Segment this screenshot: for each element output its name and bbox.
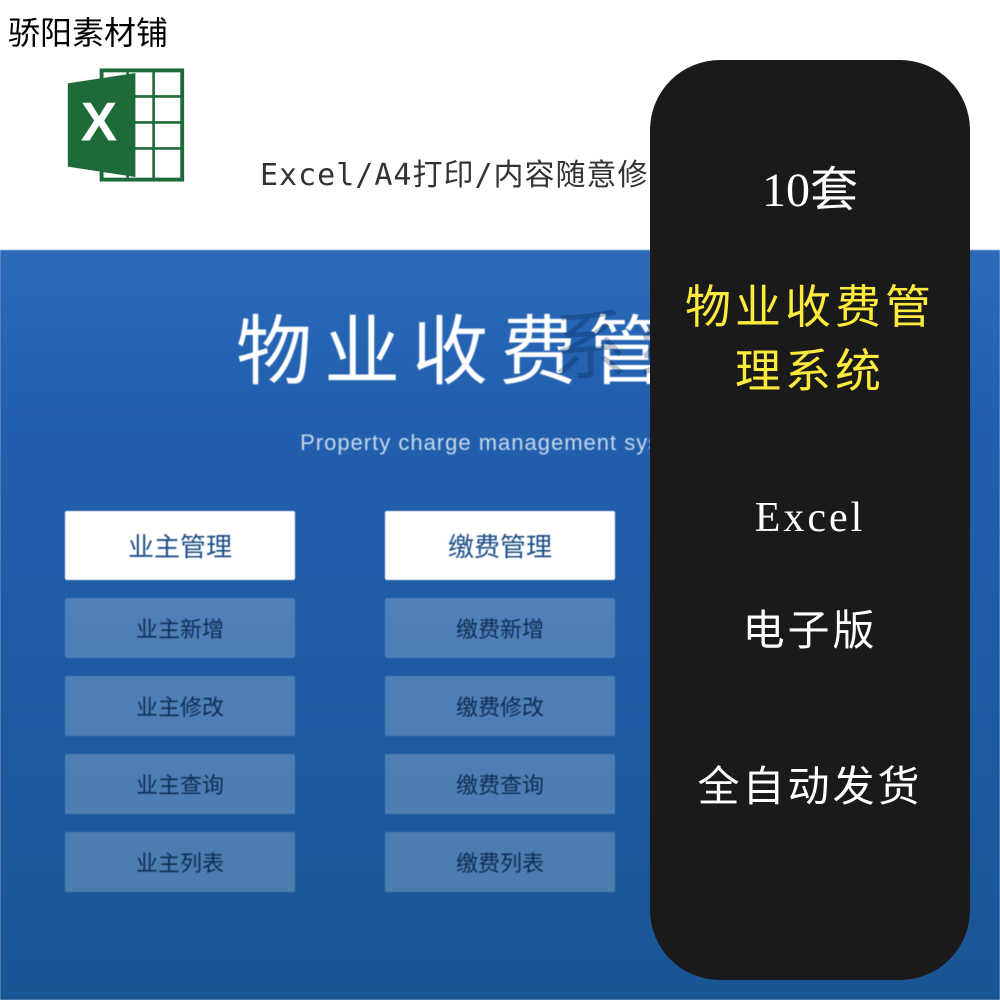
product-title-line1: 物业收费管 bbox=[685, 275, 935, 339]
owner-query-button[interactable]: 业主查询 bbox=[65, 754, 295, 814]
watermark-text: 骄阳素材铺 bbox=[8, 8, 168, 54]
product-title-line2: 理系统 bbox=[735, 339, 885, 403]
svg-text:X: X bbox=[81, 92, 117, 153]
product-version: 电子版 bbox=[742, 597, 877, 658]
column-payment-management: 缴费管理 缴费新增 缴费修改 缴费查询 缴费列表 bbox=[385, 511, 615, 892]
payment-add-button[interactable]: 缴费新增 bbox=[385, 598, 615, 658]
owner-management-header[interactable]: 业主管理 bbox=[65, 511, 295, 580]
excel-icon: X bbox=[60, 60, 190, 190]
product-delivery: 全自动发货 bbox=[697, 753, 922, 814]
product-format: Excel bbox=[755, 494, 866, 542]
owner-add-button[interactable]: 业主新增 bbox=[65, 598, 295, 658]
payment-list-button[interactable]: 缴费列表 bbox=[385, 832, 615, 892]
payment-query-button[interactable]: 缴费查询 bbox=[385, 754, 615, 814]
payment-edit-button[interactable]: 缴费修改 bbox=[385, 676, 615, 736]
product-count: 10套 bbox=[762, 150, 858, 220]
payment-management-header[interactable]: 缴费管理 bbox=[385, 511, 615, 580]
owner-list-button[interactable]: 业主列表 bbox=[65, 832, 295, 892]
product-overlay-card: 10套 物业收费管 理系统 Excel 电子版 全自动发货 bbox=[650, 60, 970, 980]
column-owner-management: 业主管理 业主新增 业主修改 业主查询 业主列表 bbox=[65, 511, 295, 892]
owner-edit-button[interactable]: 业主修改 bbox=[65, 676, 295, 736]
